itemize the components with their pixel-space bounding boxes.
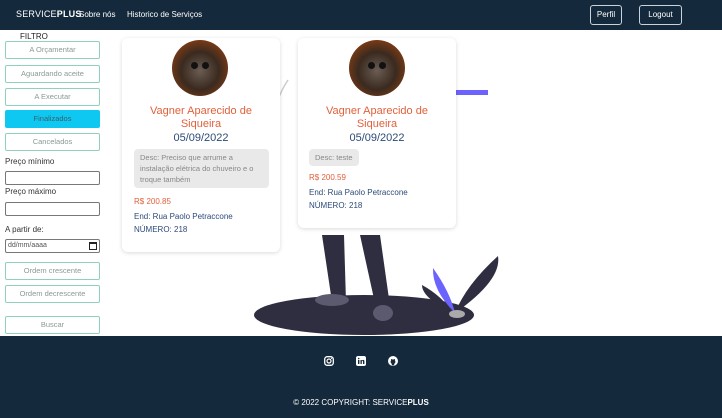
avatar [349,40,405,96]
provider-name: Vagner Aparecido de Siqueira [326,105,428,130]
filter-title: FILTRO [20,32,48,41]
top-navbar: SERVICEPLUS Sobre nós Historico de Servi… [0,0,722,30]
service-card[interactable]: Vagner Aparecido de Siqueira 05/09/2022 … [298,38,456,228]
brand-logo[interactable]: SERVICEPLUS [16,9,82,19]
services-area: Vagner Aparecido de Siqueira 05/09/2022 … [110,30,722,336]
copyright-prefix: © 2022 COPYRIGHT: SERVICE [293,398,408,407]
filter-a-executar-button[interactable]: A Executar [5,88,100,106]
max-price-label: Preço máximo [5,187,57,196]
profile-button[interactable]: Perfil [590,5,622,25]
brand-prefix: SERVICE [16,9,57,19]
min-price-input[interactable] [5,171,100,185]
nav-link-sobre[interactable]: Sobre nós [79,10,115,19]
filter-cancelados-button[interactable]: Cancelados [5,133,100,151]
instagram-icon[interactable] [324,356,334,366]
service-price: R$ 200.59 [309,173,346,182]
brand-suffix: PLUS [56,9,82,19]
service-card[interactable]: Vagner Aparecido de Siqueira 05/09/2022 … [122,38,280,252]
service-date: 05/09/2022 [173,132,229,144]
avatar [172,40,228,96]
filter-sidebar: FILTRO A Orçamentar Aguardando aceite A … [0,30,110,336]
footer: © 2022 COPYRIGHT: SERVICEPLUS [0,336,722,418]
service-address: End: Rua Paolo Petraccone [309,188,408,197]
filter-aguardando-button[interactable]: Aguardando aceite [5,65,100,83]
sort-descending-button[interactable]: Ordem decrescente [5,285,100,303]
max-price-input[interactable] [5,202,100,216]
copyright-text: © 2022 COPYRIGHT: SERVICEPLUS [0,398,722,407]
filter-a-orcamentar-button[interactable]: A Orçamentar [5,41,100,59]
sort-ascending-button[interactable]: Ordem crescente [5,262,100,280]
provider-name: Vagner Aparecido de Siqueira [150,105,252,130]
search-button[interactable]: Buscar [5,316,100,334]
from-date-label: A partir de: [5,225,44,234]
linkedin-icon[interactable] [356,356,366,366]
from-date-input[interactable]: dd/mm/aaaa [5,239,100,253]
logout-button[interactable]: Logout [639,5,682,25]
filter-finalizados-button[interactable]: Finalizados [5,110,100,128]
nav-link-historico[interactable]: Historico de Serviços [127,10,202,19]
service-number: NÚMERO: 218 [309,201,363,210]
date-placeholder: dd/mm/aaaa [8,242,47,249]
calendar-icon[interactable] [89,242,97,250]
service-description: Desc: teste [309,149,359,166]
service-address: End: Rua Paolo Petraccone [134,212,233,221]
service-date: 05/09/2022 [349,132,405,144]
min-price-label: Preço mínimo [5,157,55,166]
copyright-suffix: PLUS [407,398,429,407]
service-number: NÚMERO: 218 [134,225,188,234]
service-description: Desc: Preciso que arrume a instalação el… [134,149,269,188]
service-price: R$ 200.85 [134,197,171,206]
github-icon[interactable] [388,356,398,366]
